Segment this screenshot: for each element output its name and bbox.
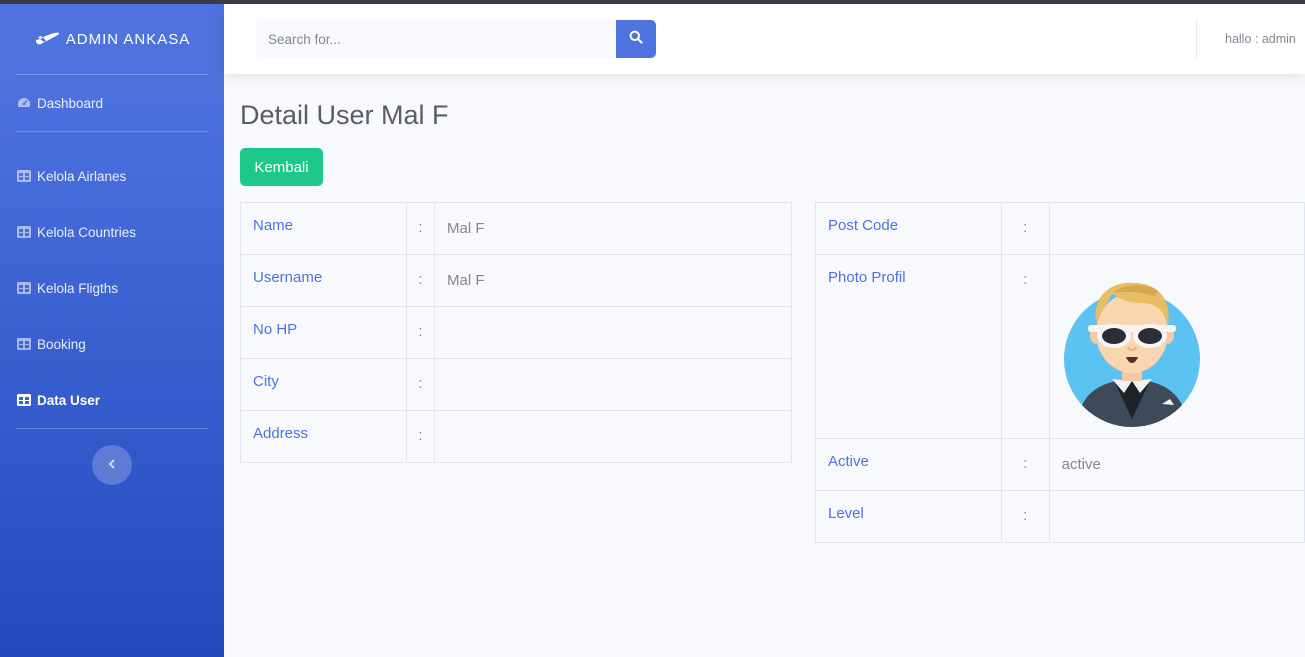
field-label: Level bbox=[815, 490, 1002, 543]
field-separator: : bbox=[1000, 438, 1050, 491]
field-separator: : bbox=[406, 410, 435, 463]
tachometer-icon bbox=[17, 97, 31, 109]
page-title: Detail User Mal F bbox=[240, 100, 449, 130]
field-separator: : bbox=[406, 306, 435, 359]
user-detail-table-right: Post Code : Photo Profil : Active: acti… bbox=[815, 202, 1305, 543]
search-button[interactable] bbox=[616, 20, 656, 58]
field-separator: : bbox=[406, 358, 435, 411]
sidebar-item-label: Kelola Fligths bbox=[37, 280, 119, 296]
search-icon bbox=[629, 30, 643, 49]
sidebar-item-booking[interactable]: Booking bbox=[0, 316, 224, 372]
field-label: Photo Profil bbox=[815, 254, 1002, 439]
table-row: No HP : bbox=[240, 306, 792, 359]
table-row: Level : bbox=[815, 490, 1305, 543]
field-separator: : bbox=[1000, 202, 1050, 255]
table-row: Name : Mal F bbox=[240, 202, 792, 255]
field-separator: : bbox=[1000, 490, 1050, 543]
field-value-city bbox=[434, 358, 792, 411]
sidebar-brand[interactable]: ADMIN ANKASA bbox=[0, 4, 224, 74]
sidebar-item-label: Kelola Countries bbox=[37, 224, 137, 240]
table-icon bbox=[17, 394, 31, 406]
field-label: No HP bbox=[240, 306, 407, 359]
table-icon bbox=[17, 282, 31, 294]
sidebar-item-label: Data User bbox=[37, 392, 101, 408]
table-row: Photo Profil : bbox=[815, 254, 1305, 439]
sidebar-item-kelola-airlanes[interactable]: Kelola Airlanes bbox=[0, 148, 224, 204]
field-value-photo bbox=[1048, 254, 1305, 439]
field-label: Name bbox=[240, 202, 407, 255]
topbar: hallo : admin bbox=[224, 4, 1305, 74]
user-greeting[interactable]: hallo : admin bbox=[1225, 32, 1296, 46]
field-label: Username bbox=[240, 254, 407, 307]
field-value-username: Mal F bbox=[434, 254, 792, 307]
plane-icon bbox=[34, 28, 60, 51]
field-value-address bbox=[434, 410, 792, 463]
chevron-left-icon bbox=[107, 456, 117, 474]
table-icon bbox=[17, 226, 31, 238]
search-input[interactable] bbox=[256, 20, 616, 58]
sidebar-toggle-button[interactable] bbox=[92, 445, 132, 485]
table-row: Active : active bbox=[815, 438, 1305, 491]
table-row: Address : bbox=[240, 410, 792, 463]
sidebar-item-label: Dashboard bbox=[37, 95, 104, 111]
sidebar-item-dashboard[interactable]: Dashboard bbox=[0, 75, 224, 131]
sidebar-divider bbox=[16, 428, 208, 429]
sidebar: ADMIN ANKASA Dashboard Kelola Airlanes K… bbox=[0, 4, 224, 657]
sidebar-divider bbox=[16, 131, 208, 132]
table-icon bbox=[17, 170, 31, 182]
field-label: City bbox=[240, 358, 407, 411]
field-value-active: active bbox=[1048, 438, 1305, 491]
sidebar-item-label: Kelola Airlanes bbox=[37, 168, 127, 184]
field-value-name: Mal F bbox=[434, 202, 792, 255]
field-label: Address bbox=[240, 410, 407, 463]
user-detail-table-left: Name : Mal F Username : Mal F No HP : Ci… bbox=[240, 202, 792, 463]
table-row: Username : Mal F bbox=[240, 254, 792, 307]
field-separator: : bbox=[1000, 254, 1050, 439]
field-separator: : bbox=[406, 254, 435, 307]
avatar bbox=[1063, 282, 1200, 427]
window-top-border bbox=[0, 0, 1305, 4]
brand-title: ADMIN ANKASA bbox=[65, 30, 191, 48]
field-value-level bbox=[1048, 490, 1305, 543]
search-group bbox=[256, 20, 656, 58]
topbar-divider bbox=[1196, 20, 1197, 58]
table-row: Post Code : bbox=[815, 202, 1305, 255]
table-row: City : bbox=[240, 358, 792, 411]
sidebar-item-kelola-countries[interactable]: Kelola Countries bbox=[0, 204, 224, 260]
field-value-no-hp bbox=[434, 306, 792, 359]
sidebar-item-label: Booking bbox=[37, 336, 86, 352]
sidebar-item-kelola-fligths[interactable]: Kelola Fligths bbox=[0, 260, 224, 316]
field-label: Active bbox=[815, 438, 1002, 491]
field-label: Post Code bbox=[815, 202, 1002, 255]
back-button[interactable]: Kembali bbox=[240, 148, 323, 186]
sidebar-item-data-user[interactable]: Data User bbox=[0, 372, 224, 428]
field-value-post-code bbox=[1048, 202, 1305, 255]
table-icon bbox=[17, 338, 31, 350]
field-separator: : bbox=[406, 202, 435, 255]
